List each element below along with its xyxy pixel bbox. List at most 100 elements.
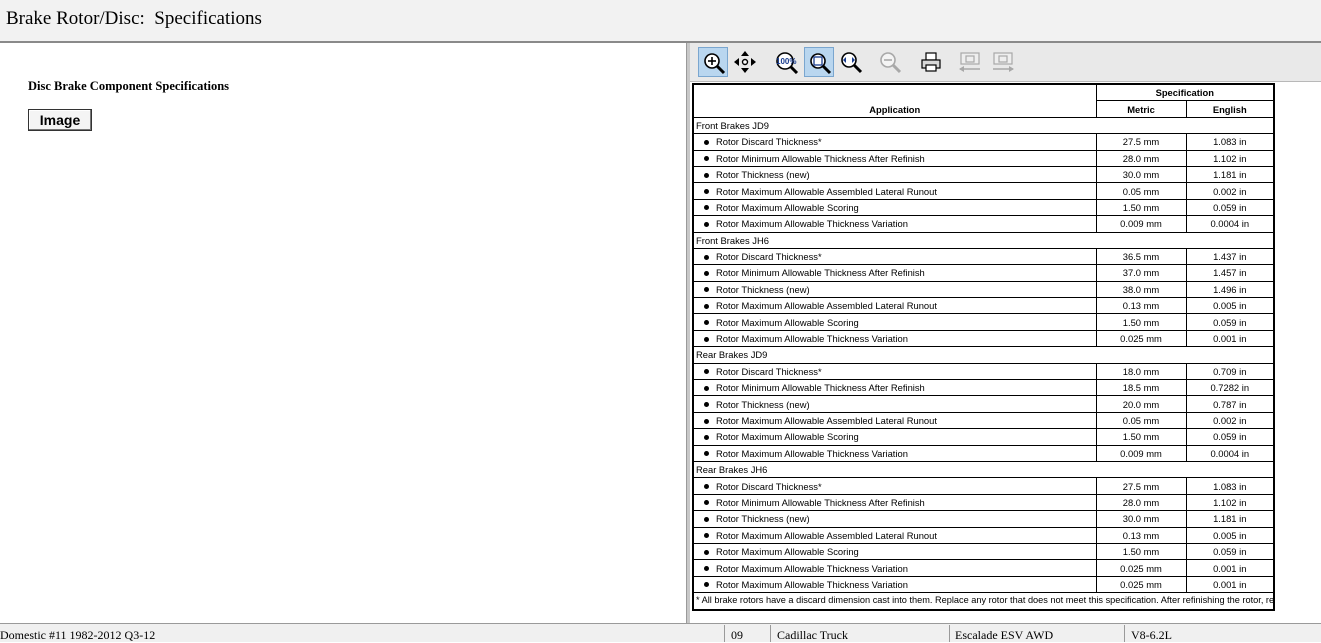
- group-row: Front Brakes JH6: [692, 231, 1275, 249]
- item-cell: Rotor Thickness (new): [692, 395, 1097, 413]
- bullet-icon: [704, 549, 709, 555]
- application-header: Application: [692, 83, 1097, 118]
- item-label: Rotor Maximum Allowable Assembled Latera…: [716, 415, 937, 426]
- english-value: 0.7282 in: [1185, 379, 1275, 397]
- printer-icon: [921, 52, 941, 72]
- metric-value: 0.009 mm: [1095, 215, 1187, 233]
- item-label: Rotor Maximum Allowable Assembled Latera…: [716, 300, 937, 312]
- english-value: 0.001 in: [1185, 559, 1275, 577]
- english-value: 1.181 in: [1185, 165, 1275, 184]
- bullet-icon: [704, 221, 709, 227]
- item-label: Rotor Thickness (new): [716, 513, 810, 525]
- bullet-icon: [704, 139, 709, 145]
- group-label: Rear Brakes JD9: [692, 346, 1275, 364]
- english-value: 0.059 in: [1185, 198, 1275, 217]
- metric-value: 1.50 mm: [1095, 198, 1187, 217]
- zoom-in-button[interactable]: [698, 47, 728, 77]
- bullet-icon: [704, 254, 709, 260]
- zoom-fit-page-icon: [810, 53, 832, 75]
- spec-table: Application Specification Metric English…: [692, 83, 1276, 611]
- next-page-button[interactable]: [987, 47, 1017, 77]
- zoom-100-label: 100%: [776, 57, 796, 66]
- left-pane: Disc Brake Component Specifications Imag…: [0, 43, 686, 623]
- bullet-icon: [704, 320, 709, 326]
- table-row: Rotor Maximum Allowable Thickness Variat…: [692, 444, 1275, 462]
- metric-value: 36.5 mm: [1095, 247, 1187, 266]
- item-label: Rotor Thickness (new): [716, 169, 810, 181]
- item-cell: Rotor Minimum Allowable Thickness After …: [692, 493, 1097, 512]
- image-button[interactable]: Image: [28, 109, 92, 131]
- item-label: Rotor Maximum Allowable Thickness Variat…: [716, 447, 908, 459]
- item-cell: Rotor Maximum Allowable Assembled Latera…: [692, 297, 1097, 315]
- bullet-icon: [704, 484, 709, 490]
- item-label: Rotor Maximum Allowable Thickness Variat…: [716, 333, 908, 345]
- item-cell: Rotor Maximum Allowable Thickness Variat…: [692, 559, 1097, 577]
- bullet-icon: [704, 336, 709, 342]
- english-value: 1.181 in: [1185, 510, 1275, 528]
- pan-arrows-icon: [734, 51, 756, 73]
- item-label: Rotor Thickness (new): [716, 398, 810, 410]
- metric-header: Metric: [1095, 100, 1187, 118]
- item-cell: Rotor Thickness (new): [692, 165, 1097, 184]
- bullet-icon: [704, 402, 709, 408]
- bullet-icon: [704, 533, 709, 539]
- item-cell: Rotor Maximum Allowable Thickness Variat…: [692, 575, 1097, 594]
- metric-value: 0.13 mm: [1095, 297, 1187, 315]
- english-value: 1.437 in: [1185, 247, 1275, 266]
- metric-value: 0.13 mm: [1095, 526, 1187, 544]
- item-cell: Rotor Minimum Allowable Thickness After …: [692, 379, 1097, 397]
- item-cell: Rotor Minimum Allowable Thickness After …: [692, 149, 1097, 167]
- item-label: Rotor Maximum Allowable Thickness Variat…: [716, 218, 908, 230]
- table-row: Rotor Thickness (new) 30.0 mm 1.181 in: [692, 510, 1275, 528]
- item-cell: Rotor Discard Thickness*: [692, 362, 1097, 381]
- table-row: Rotor Maximum Allowable Assembled Latera…: [692, 526, 1275, 544]
- table-row: Rotor Maximum Allowable Assembled Latera…: [692, 182, 1275, 200]
- pan-button[interactable]: [730, 47, 760, 77]
- bullet-icon: [704, 566, 709, 572]
- english-value: 0.709 in: [1185, 362, 1275, 381]
- status-separator: [1124, 625, 1125, 642]
- english-value: 1.496 in: [1185, 280, 1275, 299]
- zoom-fit-button[interactable]: [836, 47, 866, 77]
- english-value: 0.787 in: [1185, 395, 1275, 413]
- item-label: Rotor Maximum Allowable Assembled Latera…: [716, 529, 937, 541]
- table-row: Rotor Discard Thickness* 27.5 mm 1.083 in: [692, 477, 1275, 495]
- table-row: Rotor Maximum Allowable Scoring 1.50 mm 0.…: [692, 428, 1275, 446]
- metric-value: 1.50 mm: [1095, 428, 1187, 446]
- bullet-icon: [704, 385, 709, 391]
- metric-value: 30.0 mm: [1095, 510, 1187, 528]
- english-value: 0.001 in: [1185, 575, 1275, 594]
- english-value: 0.059 in: [1185, 542, 1275, 561]
- zoom-out-button[interactable]: [875, 47, 905, 77]
- bullet-icon: [704, 156, 709, 162]
- item-label: Rotor Minimum Allowable Thickness After …: [716, 382, 925, 394]
- previous-page-icon: [959, 52, 980, 72]
- group-row: Rear Brakes JH6: [692, 460, 1275, 479]
- next-page-icon: [993, 52, 1014, 72]
- fit-page-button[interactable]: [804, 47, 834, 77]
- bullet-icon: [704, 451, 709, 457]
- english-value: 0.0004 in: [1185, 215, 1275, 233]
- english-header: English: [1185, 100, 1275, 118]
- item-cell: Rotor Thickness (new): [692, 280, 1097, 299]
- bullet-icon: [704, 303, 709, 309]
- english-value: 0.005 in: [1185, 297, 1275, 315]
- metric-value: 37.0 mm: [1095, 264, 1187, 282]
- metric-value: 0.05 mm: [1095, 182, 1187, 200]
- bullet-icon: [704, 434, 709, 440]
- print-button[interactable]: [916, 47, 946, 77]
- spec-table-image: Application Specification Metric English…: [692, 83, 1276, 611]
- table-row: Rotor Maximum Allowable Assembled Latera…: [692, 411, 1275, 430]
- table-row: Rotor Minimum Allowable Thickness After …: [692, 264, 1275, 282]
- item-cell: Rotor Maximum Allowable Assembled Latera…: [692, 182, 1097, 200]
- table-row: Rotor Thickness (new) 20.0 mm 0.787 in: [692, 395, 1275, 413]
- bullet-icon: [704, 271, 709, 276]
- metric-value: 28.0 mm: [1095, 149, 1187, 167]
- item-cell: Rotor Maximum Allowable Thickness Variat…: [692, 329, 1097, 348]
- bullet-icon: [704, 418, 709, 424]
- item-label: Rotor Discard Thickness*: [716, 136, 822, 148]
- actual-size-button[interactable]: 100%: [771, 47, 801, 77]
- previous-page-button[interactable]: [954, 47, 984, 77]
- english-value: 0.005 in: [1185, 526, 1275, 544]
- zoom-width-icon: [841, 52, 863, 74]
